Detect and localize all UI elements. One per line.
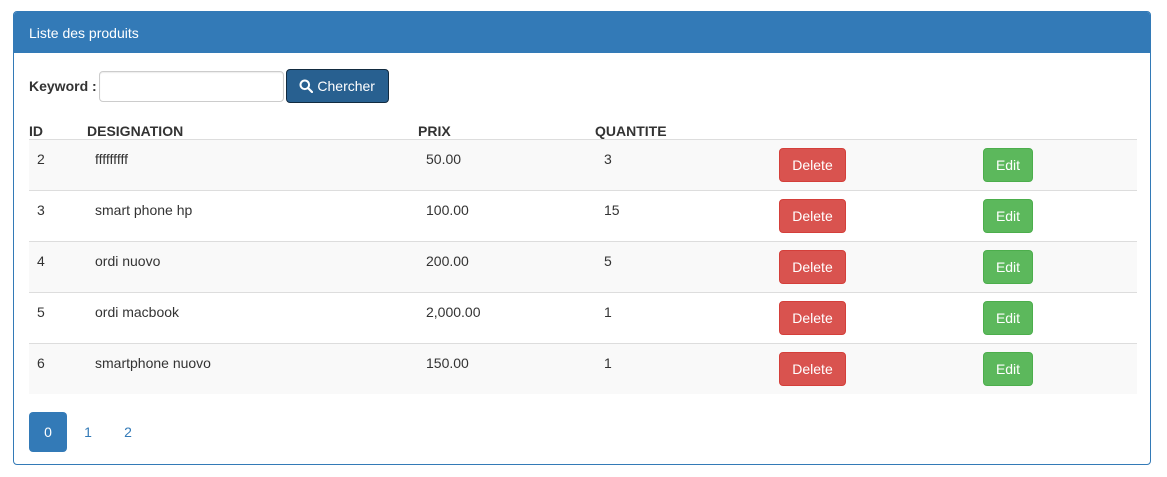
cell-designation: smart phone hp <box>95 202 193 218</box>
cell-id: 3 <box>37 202 45 218</box>
cell-designation: smartphone nuovo <box>95 355 211 371</box>
header-quantite: QUANTITE <box>595 117 779 140</box>
cell-prix: 200.00 <box>426 253 469 269</box>
edit-button[interactable]: Edit <box>983 148 1033 182</box>
keyword-label: Keyword : <box>29 78 97 94</box>
header-id: ID <box>29 117 87 140</box>
table-row: 6 smartphone nuovo 150.00 1 Delete Edit <box>29 343 1137 394</box>
delete-button[interactable]: Delete <box>779 250 846 284</box>
cell-designation: ordi nuovo <box>95 253 161 269</box>
search-form: Keyword : Chercher <box>29 69 389 103</box>
cell-quantite: 3 <box>604 151 612 167</box>
cell-prix: 50.00 <box>426 151 462 167</box>
cell-prix: 150.00 <box>426 355 469 371</box>
table-row: 2 fffffffff 50.00 3 Delete Edit <box>29 139 1137 191</box>
delete-button[interactable]: Delete <box>779 301 846 335</box>
page-link-2[interactable]: 2 <box>109 412 147 452</box>
delete-button[interactable]: Delete <box>779 148 846 182</box>
cell-quantite: 5 <box>604 253 612 269</box>
cell-id: 2 <box>37 151 45 167</box>
table-row: 3 smart phone hp 100.00 15 Delete Edit <box>29 190 1137 242</box>
page-link-0[interactable]: 0 <box>29 412 67 452</box>
keyword-input[interactable] <box>98 70 284 102</box>
edit-button[interactable]: Edit <box>983 352 1033 386</box>
search-icon <box>299 79 314 93</box>
cell-id: 6 <box>37 355 45 371</box>
cell-designation: fffffffff <box>95 151 128 167</box>
products-panel: Liste des produits Keyword : Chercher ID… <box>13 11 1151 465</box>
header-edit <box>983 117 1137 140</box>
cell-prix: 2,000.00 <box>426 304 481 320</box>
search-button[interactable]: Chercher <box>285 69 389 103</box>
header-prix: PRIX <box>418 117 595 140</box>
table-row: 5 ordi macbook 2,000.00 1 Delete Edit <box>29 292 1137 344</box>
products-table: ID DESIGNATION PRIX QUANTITE 2 fffffffff… <box>29 117 1137 394</box>
panel-title: Liste des produits <box>29 25 139 41</box>
cell-quantite: 1 <box>604 355 612 371</box>
header-delete <box>779 117 983 140</box>
search-button-label: Chercher <box>317 78 375 94</box>
page-link-1[interactable]: 1 <box>69 412 107 452</box>
delete-button[interactable]: Delete <box>779 199 846 233</box>
cell-designation: ordi macbook <box>95 304 180 320</box>
table-header-row: ID DESIGNATION PRIX QUANTITE <box>29 117 1137 140</box>
edit-button[interactable]: Edit <box>983 250 1033 284</box>
cell-id: 5 <box>37 304 45 320</box>
cell-quantite: 1 <box>604 304 612 320</box>
table-row: 4 ordi nuovo 200.00 5 Delete Edit <box>29 241 1137 293</box>
edit-button[interactable]: Edit <box>983 199 1033 233</box>
cell-prix: 100.00 <box>426 202 469 218</box>
pagination: 0 1 2 <box>29 412 149 452</box>
header-designation: DESIGNATION <box>87 117 418 140</box>
delete-button[interactable]: Delete <box>779 352 846 386</box>
cell-quantite: 15 <box>604 202 620 218</box>
panel-heading: Liste des produits <box>14 12 1150 53</box>
edit-button[interactable]: Edit <box>983 301 1033 335</box>
cell-id: 4 <box>37 253 45 269</box>
